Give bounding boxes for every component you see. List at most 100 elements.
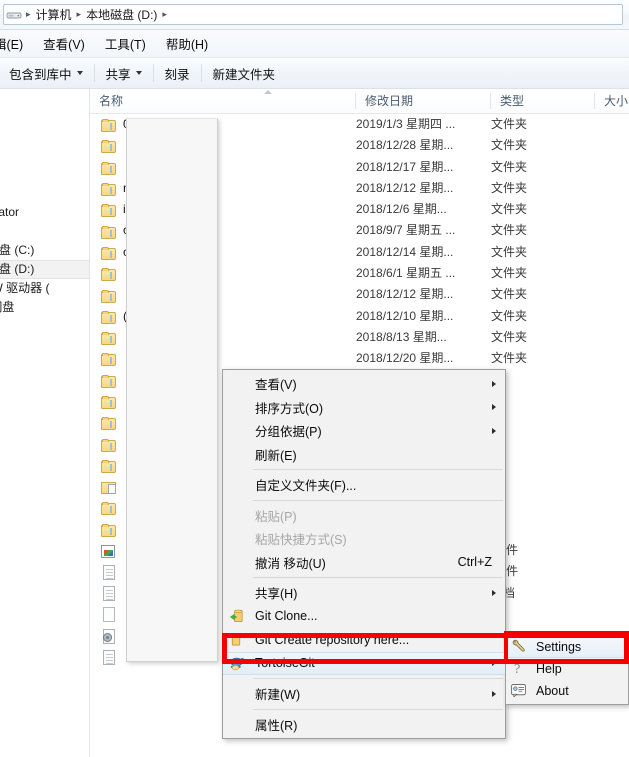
file-name-cell[interactable] (90, 157, 123, 178)
sidebar-item-5[interactable]: 本地磁盘 (D:) (0, 260, 90, 279)
context-menu-item-w[interactable]: 新建(W) (223, 682, 505, 706)
file-name-cell[interactable] (90, 561, 122, 582)
menu-item-tools[interactable]: 工具(T) (95, 32, 156, 55)
file-name-cell[interactable] (90, 476, 123, 497)
context-menu-item-label: 属性(R) (255, 718, 298, 733)
column-header-type[interactable]: 类型 (491, 89, 595, 113)
breadcrumb-item-0[interactable]: 计算机 (33, 6, 75, 23)
context-menu-item-label: 撤消 移动(U) (255, 556, 326, 571)
sidebar-item-9[interactable]: 制面板 (0, 336, 90, 355)
toolbar-divider-2 (152, 64, 154, 82)
context-menu-item-e[interactable]: 刷新(E) (223, 443, 505, 467)
context-menu-item-v[interactable]: 查看(V) (223, 372, 505, 396)
file-date-cell: 2018/12/28 星期... (356, 138, 454, 153)
file-name-cell[interactable] (90, 412, 123, 433)
sidebar-item-4[interactable]: 本地磁盘 (C:) (0, 241, 90, 260)
file-type-cell: 文件夹 (491, 159, 528, 174)
submenu-item-about[interactable]: About (506, 680, 628, 702)
file-name-cell[interactable] (90, 540, 122, 561)
sidebar-item-0[interactable]: 夹 (0, 89, 90, 108)
context-menu-item-p: 粘贴(P) (223, 504, 505, 528)
chevron-right-icon (492, 380, 496, 387)
context-menu-item-label: 自定义文件夹(F)... (255, 479, 357, 494)
toolbar-share[interactable]: 共享 (97, 61, 151, 86)
navigation-list: 夹 S网盘 ministrator 算机 本地磁盘 (C:) 本地磁盘 (D:)… (0, 89, 90, 374)
sidebar-item-3[interactable]: 算机 (0, 222, 90, 241)
context-menu-item-s: 粘贴快捷方式(S) (223, 527, 505, 551)
breadcrumb[interactable]: ▸ 计算机 ▸ 本地磁盘 (D:) ▸ (3, 4, 623, 25)
file-name-cell[interactable]: i (90, 199, 126, 220)
file-name-cell[interactable] (90, 519, 123, 540)
context-menu-item-p[interactable]: 分组依据(P) (223, 419, 505, 443)
file-name-cell[interactable] (90, 135, 123, 156)
folder-icon (101, 183, 116, 197)
blank-file-icon (103, 607, 115, 623)
file-name-cell[interactable] (90, 370, 123, 391)
context-menu-item-r[interactable]: 属性(R) (223, 713, 505, 737)
menu-item-edit[interactable]: 辑(E) (0, 32, 33, 55)
folder-icon (101, 459, 116, 473)
file-name-cell[interactable] (90, 433, 123, 454)
folder-icon (101, 332, 116, 346)
toolbar-new-folder[interactable]: 新建文件夹 (204, 61, 285, 86)
sidebar-item-1[interactable]: S网盘 (0, 146, 90, 165)
sidebar-item-7[interactable]: WPS网盘 (0, 298, 90, 317)
chevron-down-icon (76, 71, 83, 75)
menu-item-help[interactable]: 帮助(H) (156, 32, 218, 55)
file-name-cell[interactable] (90, 583, 122, 604)
menu-item-view[interactable]: 查看(V) (33, 32, 95, 55)
file-name-cell[interactable] (90, 391, 123, 412)
sidebar-item-2[interactable]: ministrator (0, 203, 90, 222)
sidebar-item-10[interactable]: 收站 (0, 355, 90, 374)
toolbar-burn[interactable]: 刻录 (156, 61, 199, 86)
toolbar-share-label: 共享 (105, 67, 131, 82)
folder-icon (101, 523, 116, 537)
column-header-size[interactable]: 大小 (595, 89, 629, 113)
context-menu-item-git-clone[interactable]: Git Clone... (223, 605, 505, 629)
chevron-right-icon (492, 427, 496, 434)
context-menu-item-f[interactable]: 自定义文件夹(F)... (223, 473, 505, 497)
image-file-icon (101, 545, 115, 559)
context-menu-item-o[interactable]: 排序方式(O) (223, 396, 505, 420)
toolbar: 包含到库中 共享 刻录 新建文件夹 (0, 58, 629, 89)
submenu-item-label: About (536, 684, 569, 698)
navigation-gap-3 (0, 165, 90, 184)
menu-separator (253, 469, 503, 470)
sidebar-item-8[interactable]: 客 (0, 317, 90, 336)
about-info-icon (506, 680, 532, 702)
file-name-cell[interactable] (90, 625, 122, 646)
submenu-item-help[interactable]: ? Help (506, 658, 628, 680)
toolbar-include-in-library[interactable]: 包含到库中 (0, 61, 92, 86)
file-type-cell: 文件夹 (491, 308, 528, 323)
file-type-cell: 文件夹 (491, 138, 528, 153)
breadcrumb-item-1[interactable]: 本地磁盘 (D:) (83, 6, 160, 23)
file-name-cell[interactable] (90, 455, 123, 476)
file-date-cell: 2018/12/20 星期... (356, 351, 454, 366)
file-name-cell[interactable] (90, 348, 123, 369)
file-name-cell[interactable] (90, 497, 123, 518)
folder-icon (101, 374, 116, 388)
sidebar-item-6[interactable]: VD RW 驱动器 ( (0, 279, 90, 298)
context-menu-item-git-create-repository-here[interactable]: Git Create repository here... (223, 628, 505, 652)
submenu-item-settings[interactable]: Settings (506, 636, 628, 658)
file-name-cell[interactable] (90, 604, 122, 625)
column-header-date[interactable]: 修改日期 (356, 89, 491, 113)
column-header-name[interactable]: 名称 (90, 89, 356, 113)
file-name-cell[interactable] (90, 327, 123, 348)
breadcrumb-sep-1: ▸ (76, 9, 82, 19)
file-name-cell[interactable] (90, 284, 123, 305)
context-menu-item-tortoisegit[interactable]: TortoiseGit (223, 651, 505, 675)
navigation-gap-4 (0, 184, 90, 203)
breadcrumb-sep-2[interactable]: ▸ (160, 10, 169, 19)
context-menu-item-label: 刷新(E) (255, 448, 297, 463)
context-menu[interactable]: 查看(V) 排序方式(O) 分组依据(P) 刷新(E) 自定义文件夹(F)... 粘贴(P… (222, 369, 506, 739)
file-name-cell[interactable] (90, 646, 122, 667)
file-type-cell: 文件夹 (491, 180, 528, 195)
context-menu-item-h[interactable]: 共享(H) (223, 581, 505, 605)
context-menu-item-u[interactable]: 撤消 移动(U) Ctrl+Z (223, 551, 505, 575)
address-bar: ▸ 计算机 ▸ 本地磁盘 (D:) ▸ (0, 0, 629, 30)
file-name-cell[interactable] (90, 263, 123, 284)
tortoisegit-submenu[interactable]: Settings? Help About (505, 633, 629, 705)
folder-icon (101, 502, 116, 516)
chevron-right-icon (492, 589, 496, 596)
